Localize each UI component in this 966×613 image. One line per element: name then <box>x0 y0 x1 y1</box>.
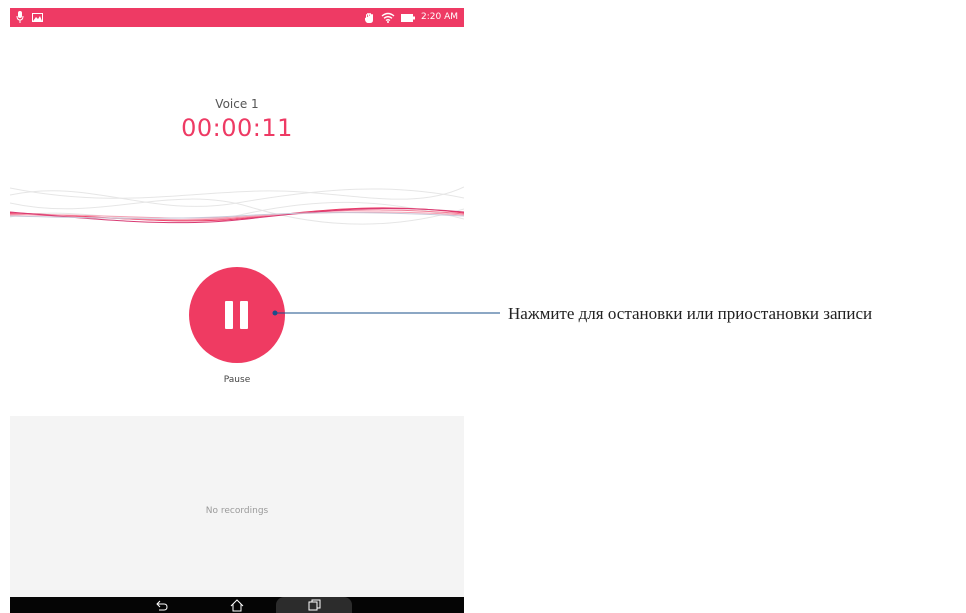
empty-recordings-text: No recordings <box>205 506 269 516</box>
recordings-list: No recordings <box>10 416 464 597</box>
wifi-icon <box>381 12 395 23</box>
home-button[interactable] <box>226 597 248 613</box>
recent-apps-button[interactable] <box>303 597 325 613</box>
recording-title: Voice 1 <box>215 97 259 111</box>
pause-label: Pause <box>223 375 251 385</box>
status-time: 2:20 AM <box>421 12 458 22</box>
back-button[interactable] <box>151 597 173 613</box>
recent-apps-icon <box>308 599 320 611</box>
status-bar: 2:20 AM <box>10 8 464 27</box>
image-icon <box>32 12 43 22</box>
navigation-bar <box>10 597 464 613</box>
recording-timer: 00:00:11 <box>181 114 293 142</box>
home-icon <box>230 598 244 611</box>
status-right-icons: 2:20 AM <box>364 10 458 25</box>
pause-button[interactable] <box>189 267 285 363</box>
hand-icon <box>365 12 373 23</box>
tablet-screen: 2:20 AM Voice 1 00:00:11 Pause No record… <box>10 8 464 613</box>
status-left-icons <box>16 11 43 23</box>
pause-icon-bar-left <box>225 301 233 329</box>
battery-icon <box>401 13 415 22</box>
microphone-icon <box>16 11 24 23</box>
pause-icon-bar-right <box>240 301 248 329</box>
callout-text: Нажмите для остановки или приостановки з… <box>508 304 873 323</box>
back-icon <box>156 600 168 610</box>
waveform-visual <box>10 186 464 225</box>
